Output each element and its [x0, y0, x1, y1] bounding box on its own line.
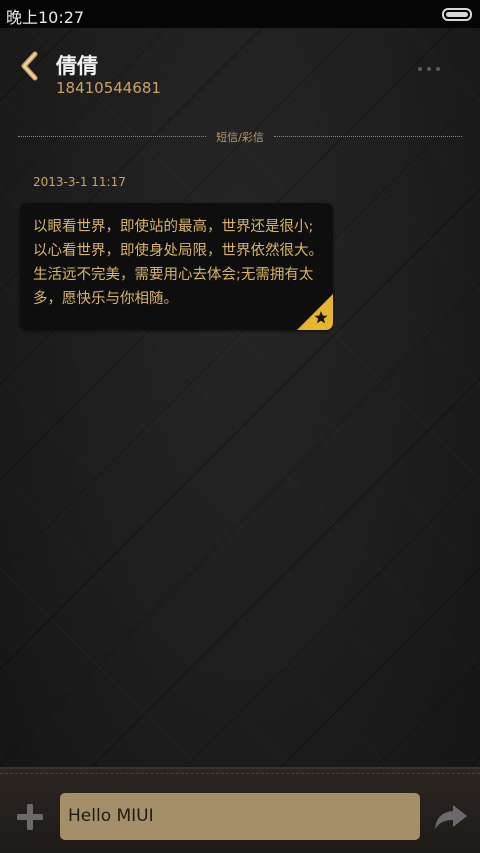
message-input[interactable]: Hello MIUI: [60, 793, 420, 840]
stitch-divider: [0, 773, 480, 774]
message-text: 以眼看世界，即使站的最高，世界还是很小;以心看世界，即使身处局限，世界依然很大。…: [33, 219, 323, 307]
add-attachment-button[interactable]: [16, 803, 44, 831]
battery-level: [446, 12, 468, 17]
more-options-button[interactable]: [416, 62, 442, 76]
contact-name: 倩倩: [56, 54, 98, 78]
chevron-left-icon: [21, 51, 38, 81]
message-type-divider: 短信/彩信: [18, 129, 462, 145]
status-bar: 晚上10:27: [0, 0, 480, 28]
divider-label: 短信/彩信: [216, 131, 264, 144]
send-arrow-icon: [435, 805, 467, 829]
status-time: 晚上10:27: [6, 8, 85, 27]
message-timestamp: 2013-3-1 11:17: [33, 175, 126, 189]
divider-line: [274, 136, 462, 137]
plus-icon: [17, 804, 43, 830]
send-button[interactable]: [434, 803, 468, 831]
sms-conversation-screen: 晚上10:27 倩倩 18410544681 短信/彩信 2013-3-1 11…: [0, 0, 480, 853]
compose-bar: Hello MIUI: [0, 767, 480, 853]
contact-number: 18410544681: [56, 79, 161, 97]
battery-icon: [442, 8, 472, 21]
star-icon: [297, 294, 333, 330]
back-button[interactable]: [16, 50, 46, 82]
message-bubble[interactable]: 以眼看世界，即使站的最高，世界还是很小;以心看世界，即使身处局限，世界依然很大。…: [20, 203, 333, 330]
